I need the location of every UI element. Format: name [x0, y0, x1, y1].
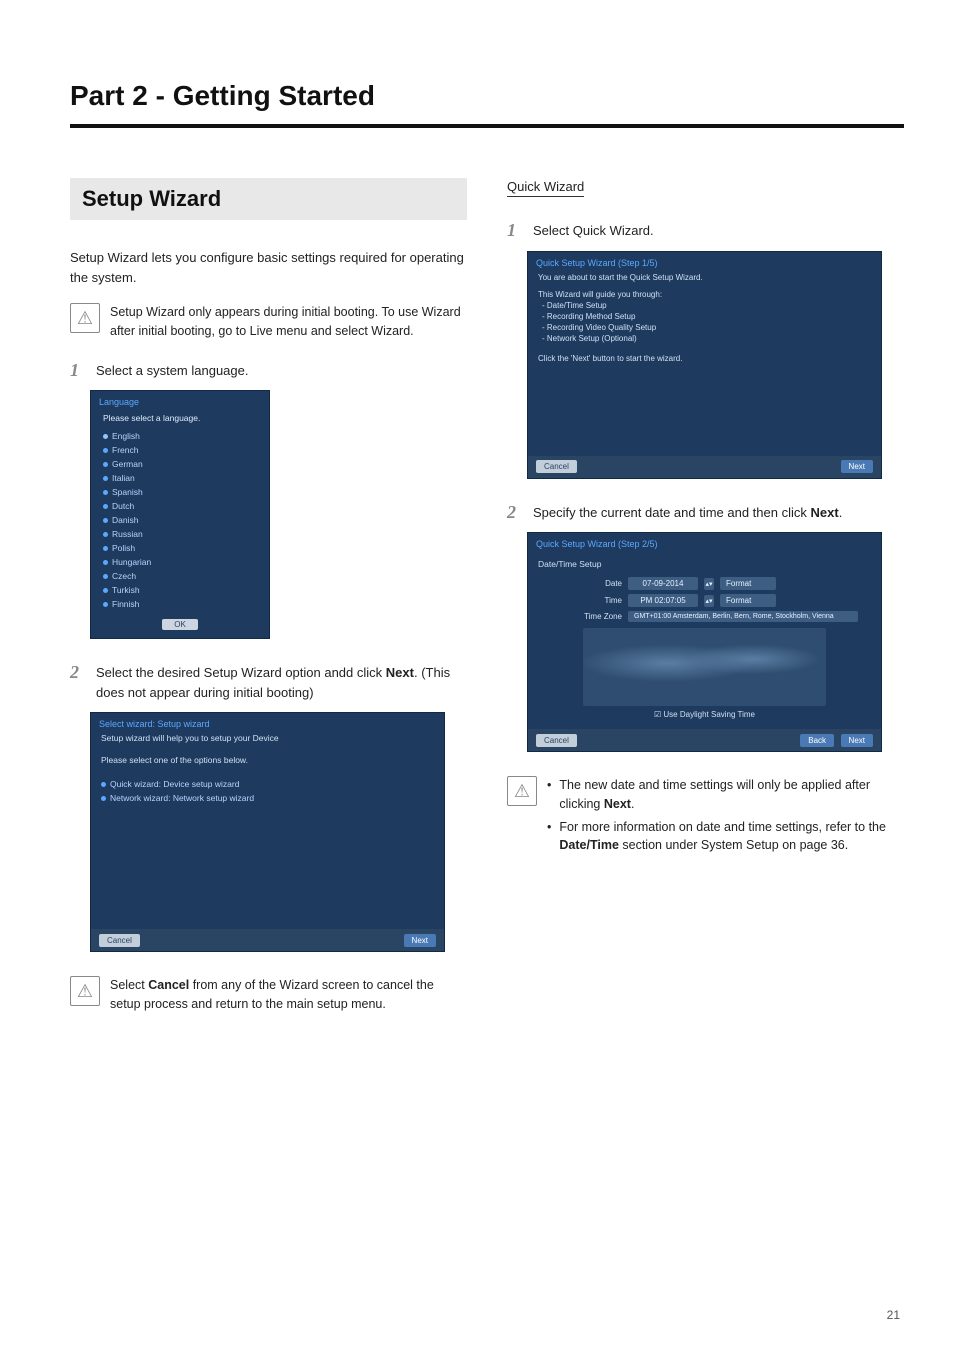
- quick-line-4: - Recording Method Setup: [528, 311, 881, 322]
- select-cancel-button[interactable]: Cancel: [99, 934, 140, 947]
- quick-dialog-title: Quick Setup Wizard (Step 1/5): [528, 252, 881, 272]
- r-step-1-text: Select Quick Wizard.: [533, 221, 654, 241]
- lang-option-english[interactable]: English: [91, 429, 269, 443]
- time-format-dropdown[interactable]: Format: [720, 594, 776, 607]
- step-number-1: 1: [70, 361, 86, 379]
- title-rule: [70, 124, 904, 128]
- select-dialog-prompt: Please select one of the options below.: [91, 753, 444, 777]
- lang-option-finnish[interactable]: Finnish: [91, 597, 269, 611]
- section-header: Setup Wizard: [70, 178, 467, 220]
- quick-next-button[interactable]: Next: [841, 460, 873, 473]
- lang-ok-button[interactable]: OK: [162, 619, 198, 630]
- quick-cancel-button[interactable]: Cancel: [536, 460, 577, 473]
- tz-field[interactable]: GMT+01:00 Amsterdam, Berlin, Bern, Rome,…: [628, 611, 858, 622]
- warning-icon: ⚠: [507, 776, 537, 806]
- time-label: Time: [578, 596, 622, 605]
- dt-next-button[interactable]: Next: [841, 734, 873, 747]
- note-cancel-text: Select Cancel from any of the Wizard scr…: [110, 976, 467, 1014]
- lang-option-czech[interactable]: Czech: [91, 569, 269, 583]
- quick-line-6: - Network Setup (Optional): [528, 333, 881, 344]
- dt-dialog-title: Quick Setup Wizard (Step 2/5): [528, 533, 881, 559]
- quick-line-3: - Date/Time Setup: [528, 300, 881, 311]
- select-option-quick[interactable]: Quick wizard: Device setup wizard: [91, 777, 444, 791]
- select-dialog-sub: Setup wizard will help you to setup your…: [91, 731, 444, 753]
- datetime-dialog-screenshot: Quick Setup Wizard (Step 2/5) Date/Time …: [527, 532, 882, 752]
- lang-option-turkish[interactable]: Turkish: [91, 583, 269, 597]
- lang-dialog-prompt: Please select a language.: [91, 411, 269, 429]
- lang-option-russian[interactable]: Russian: [91, 527, 269, 541]
- step-1-text: Select a system language.: [96, 361, 248, 381]
- date-field[interactable]: 07-09-2014: [628, 577, 698, 590]
- r-step-number-2: 2: [507, 503, 523, 521]
- language-dialog-screenshot: Language Please select a language. Engli…: [90, 390, 270, 639]
- r-step-2-text: Specify the current date and time and th…: [533, 503, 842, 523]
- step-number-2: 2: [70, 663, 86, 681]
- quick-wizard-step1-screenshot: Quick Setup Wizard (Step 1/5) You are ab…: [527, 251, 882, 479]
- note-datetime: ⚠ •The new date and time settings will o…: [507, 776, 904, 859]
- tz-label: Time Zone: [578, 612, 622, 621]
- select-option-network[interactable]: Network wizard: Network setup wizard: [91, 791, 444, 805]
- dt-back-button[interactable]: Back: [800, 734, 834, 747]
- lang-option-french[interactable]: French: [91, 443, 269, 457]
- dt-group-label: Date/Time Setup: [528, 559, 881, 575]
- warning-icon: ⚠: [70, 303, 100, 333]
- quick-line-7: Click the 'Next' button to start the wiz…: [528, 353, 881, 364]
- world-map-image: [583, 628, 826, 706]
- lang-dialog-title: Language: [91, 397, 269, 411]
- select-dialog-title: Select wizard: Setup wizard: [91, 713, 444, 731]
- page-number: 21: [887, 1308, 900, 1322]
- quick-wizard-heading: Quick Wizard: [507, 178, 904, 221]
- lang-option-danish[interactable]: Danish: [91, 513, 269, 527]
- date-label: Date: [578, 579, 622, 588]
- r-step-number-1: 1: [507, 221, 523, 239]
- quick-line-1: You are about to start the Quick Setup W…: [528, 272, 881, 283]
- lang-option-hungarian[interactable]: Hungarian: [91, 555, 269, 569]
- date-spinner[interactable]: ▴▾: [704, 578, 714, 590]
- time-field[interactable]: PM 02:07:05: [628, 594, 698, 607]
- warning-icon: ⚠: [70, 976, 100, 1006]
- quick-dialog-footer: Cancel Next: [528, 456, 881, 478]
- dst-checkbox[interactable]: Use Daylight Saving Time: [528, 706, 881, 719]
- date-format-dropdown[interactable]: Format: [720, 577, 776, 590]
- time-spinner[interactable]: ▴▾: [704, 595, 714, 607]
- lang-option-dutch[interactable]: Dutch: [91, 499, 269, 513]
- section-title: Setup Wizard: [82, 186, 455, 212]
- dt-dialog-footer: Cancel Back Next: [528, 729, 881, 751]
- lang-option-spanish[interactable]: Spanish: [91, 485, 269, 499]
- quick-line-5: - Recording Video Quality Setup: [528, 322, 881, 333]
- quick-line-2: This Wizard will guide you through:: [528, 289, 881, 300]
- note-cancel: ⚠ Select Cancel from any of the Wizard s…: [70, 976, 467, 1014]
- part-title: Part 2 - Getting Started: [70, 80, 904, 112]
- select-dialog-footer: Cancel Next: [91, 929, 444, 951]
- select-wizard-screenshot: Select wizard: Setup wizard Setup wizard…: [90, 712, 445, 952]
- select-next-button[interactable]: Next: [404, 934, 436, 947]
- note-text: Setup Wizard only appears during initial…: [110, 303, 467, 341]
- lang-option-german[interactable]: German: [91, 457, 269, 471]
- dt-cancel-button[interactable]: Cancel: [536, 734, 577, 747]
- note-datetime-list: •The new date and time settings will onl…: [547, 776, 904, 859]
- intro-text: Setup Wizard lets you configure basic se…: [70, 248, 467, 287]
- lang-option-polish[interactable]: Polish: [91, 541, 269, 555]
- note-initial-booting: ⚠ Setup Wizard only appears during initi…: [70, 303, 467, 341]
- step-2-text: Select the desired Setup Wizard option a…: [96, 663, 467, 702]
- lang-option-italian[interactable]: Italian: [91, 471, 269, 485]
